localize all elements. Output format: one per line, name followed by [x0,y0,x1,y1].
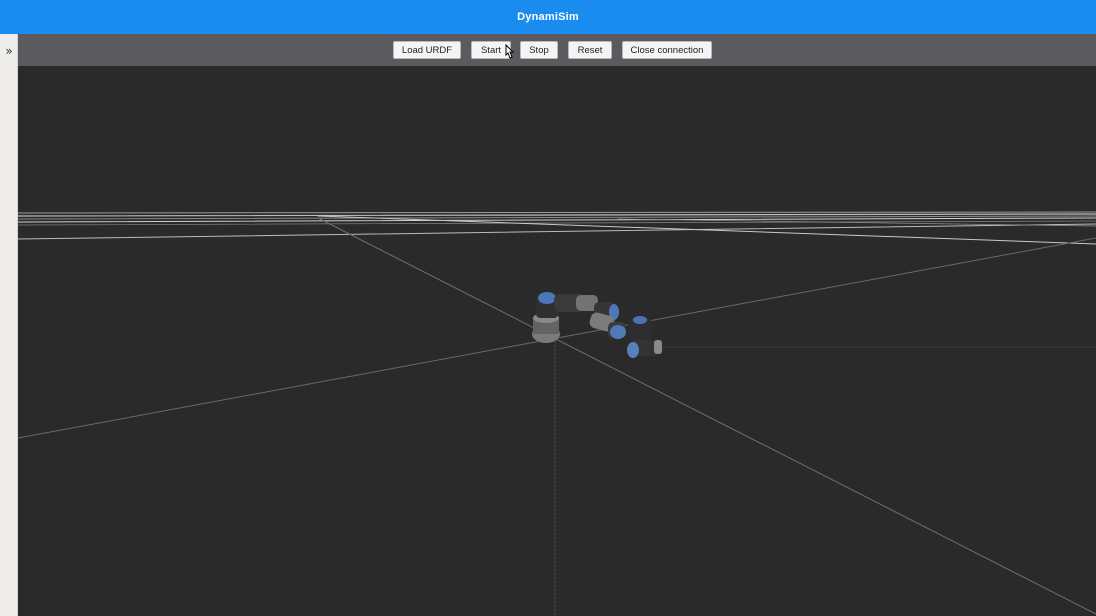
3d-viewport[interactable] [18,66,1096,616]
robot-arm-model[interactable] [532,292,662,358]
left-sidebar-collapsed: » [0,34,18,616]
expand-sidebar-button[interactable]: » [2,44,16,58]
toolbar: Load URDF Start Stop Reset Close connect… [18,34,1096,66]
reset-button[interactable]: Reset [568,41,612,59]
close-connection-button[interactable]: Close connection [622,41,712,59]
app-title: DynamiSim [517,11,579,23]
scene-canvas[interactable] [18,66,1096,616]
stop-button[interactable]: Stop [520,41,558,59]
grid-plane [18,211,1096,616]
load-urdf-button[interactable]: Load URDF [393,41,461,59]
pointer-cursor-icon [505,44,515,59]
app-header: DynamiSim [0,0,1096,34]
